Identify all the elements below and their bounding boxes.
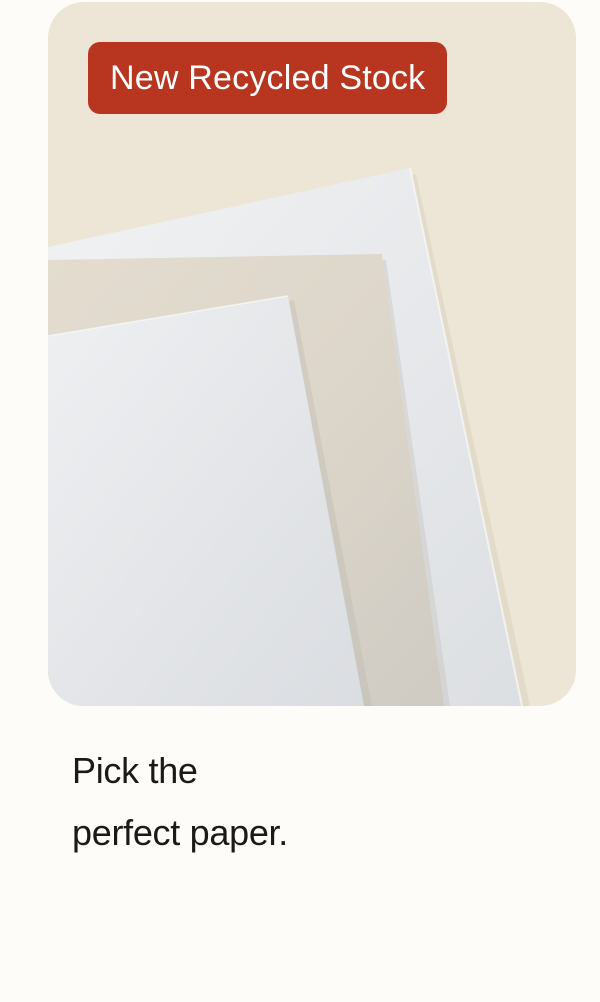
new-recycled-stock-badge: New Recycled Stock <box>88 42 448 114</box>
headline-line-1: Pick the <box>72 750 198 791</box>
headline-line-2: perfect paper. <box>72 812 288 853</box>
promo-image-card[interactable]: New Recycled Stock <box>48 2 576 706</box>
page: New Recycled Stock Pick the perfect pape… <box>0 0 600 1002</box>
promo-headline: Pick the perfect paper. <box>72 740 552 864</box>
